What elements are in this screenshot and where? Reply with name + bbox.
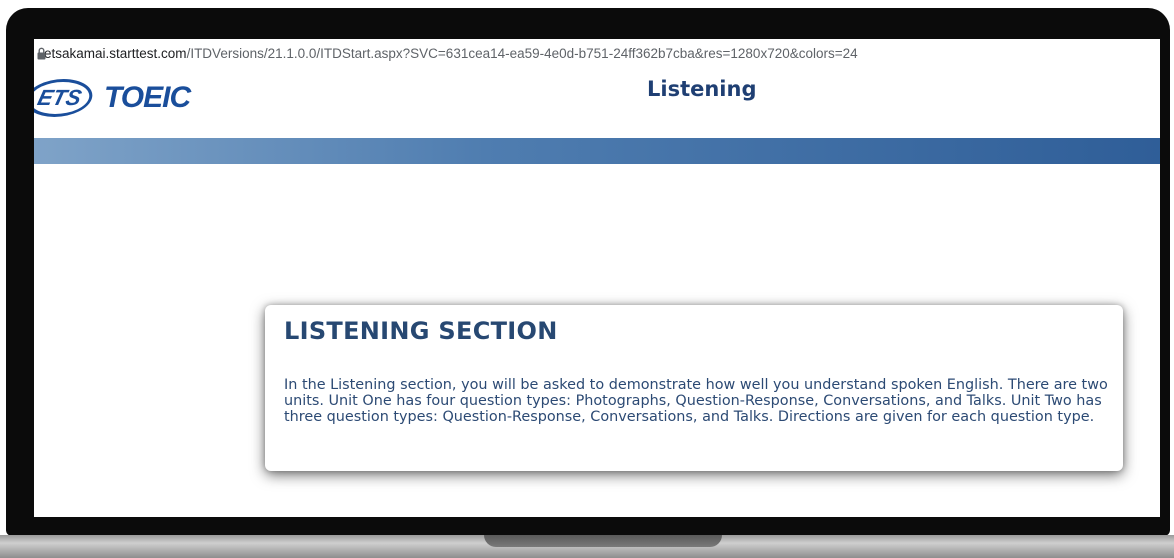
listening-section-card: LISTENING SECTION In the Listening secti…: [265, 305, 1123, 471]
lock-icon: [37, 47, 46, 60]
laptop-notch: [484, 535, 722, 547]
logo-ets-text: ETS: [35, 85, 85, 110]
url-domain: etsakamai.starttest.com: [44, 46, 187, 61]
url-text[interactable]: etsakamai.starttest.com/ITDVersions/21.1…: [44, 46, 858, 61]
address-bar[interactable]: etsakamai.starttest.com/ITDVersions/21.1…: [34, 39, 1160, 71]
ets-toeic-logo: ETS TOEIC: [34, 78, 191, 118]
section-directions: In the Listening section, you will be as…: [284, 377, 1108, 425]
url-path: /ITDVersions/21.1.0.0/ITDStart.aspx?SVC=…: [186, 46, 858, 61]
logo-toeic-text: TOEIC: [104, 81, 191, 114]
header-color-bar: [34, 138, 1160, 164]
section-title: LISTENING SECTION: [284, 317, 558, 345]
page-header: ETS TOEIC Listening: [34, 70, 1160, 138]
ets-logo-mark: ETS: [34, 79, 97, 117]
page-title: Listening: [647, 77, 757, 101]
